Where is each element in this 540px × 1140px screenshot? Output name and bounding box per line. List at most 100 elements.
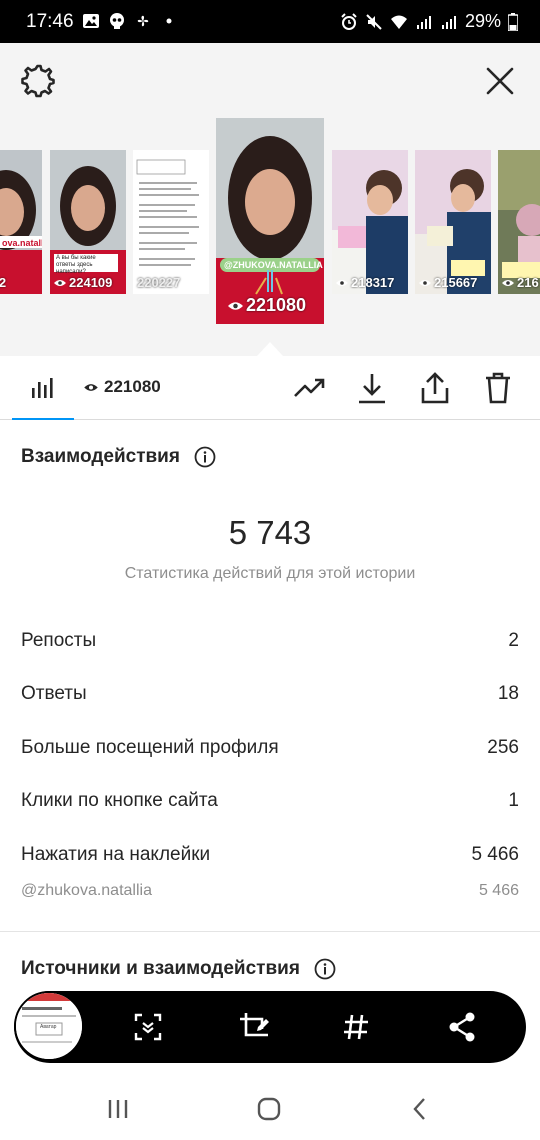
system-nav-bar — [0, 1076, 540, 1140]
trash-icon[interactable] — [482, 372, 514, 404]
interactions-subtitle: Статистика действий для этой истории — [124, 565, 416, 582]
story-views: 216 — [502, 275, 539, 290]
metric-value: 5 466 — [478, 882, 519, 899]
story-caption: А вы бы какие ответы здесь написали? — [56, 255, 96, 275]
eye-icon — [336, 279, 348, 286]
info-icon[interactable] — [194, 446, 216, 468]
share-icon[interactable] — [419, 372, 451, 404]
story-handle-sticker: @ZHUKOVA.NATALLIA — [224, 260, 323, 270]
interactions-heading: Взаимодействия — [21, 446, 216, 468]
metric-label: @zhukova.natallia — [21, 882, 152, 899]
gear-icon[interactable] — [20, 63, 56, 99]
interactions-total: 5 743 — [228, 514, 312, 551]
sources-title: Источники и взаимодействия — [21, 958, 300, 979]
story-views-count: 216 — [517, 275, 539, 290]
mute-icon — [366, 13, 382, 30]
story-thumbnail[interactable]: 218317 — [332, 150, 408, 294]
close-icon[interactable] — [482, 63, 518, 99]
metric-label: Больше посещений профиля — [21, 737, 279, 758]
metric-value: 2 — [508, 630, 519, 651]
sources-heading: Источники и взаимодействия — [21, 958, 336, 980]
story-image — [0, 150, 42, 294]
screenshot-preview[interactable]: Аватар — [14, 991, 84, 1061]
metric-label: Ответы — [21, 683, 87, 704]
signal-icon — [441, 15, 456, 29]
recents-icon[interactable] — [105, 1096, 131, 1122]
signal-icon — [416, 15, 431, 29]
story-views: 221080 — [228, 295, 306, 316]
wifi-icon — [390, 15, 407, 29]
preview-text: Аватар — [40, 1024, 57, 1030]
battery-icon — [508, 12, 518, 31]
screenshot-toolbar: Аватар — [14, 991, 526, 1063]
story-image — [415, 150, 491, 294]
metric-value: 5 466 — [471, 844, 519, 865]
gallery-icon — [83, 14, 99, 28]
section-divider — [0, 931, 540, 932]
story-image — [498, 150, 540, 294]
story-views: 220227 — [137, 275, 180, 290]
story-views-count: 224109 — [69, 275, 113, 290]
story-views: 224109 — [54, 275, 112, 290]
status-bar: 17:46 29% — [0, 0, 540, 43]
story-image — [332, 150, 408, 294]
eye-icon — [228, 301, 243, 310]
metric-label: Клики по кнопке сайта — [21, 790, 218, 811]
viewers-count: 221080 — [104, 377, 161, 396]
back-icon[interactable] — [407, 1096, 433, 1122]
fan-icon — [137, 15, 149, 27]
metric-row-sticker-handle: @zhukova.natallia 5 466 — [21, 882, 519, 900]
story-views-count: 25762 — [0, 275, 7, 290]
story-views: 25762 — [0, 275, 6, 290]
metric-value: 18 — [497, 683, 519, 704]
eye-icon — [54, 279, 66, 286]
dot-icon — [166, 18, 172, 24]
selected-pointer — [257, 342, 283, 356]
tab-viewers[interactable]: 221080 — [84, 377, 161, 397]
story-sticker: ova.natallia — [2, 238, 42, 248]
home-icon[interactable] — [256, 1096, 282, 1122]
metric-row-replies: Ответы 18 — [21, 683, 519, 705]
trend-icon[interactable] — [293, 372, 325, 404]
bar-chart-icon — [32, 378, 53, 398]
story-views-count: 218317 — [351, 275, 395, 290]
crop-edit-icon[interactable] — [238, 1011, 270, 1043]
eye-icon — [419, 279, 431, 286]
story-views-count: 220227 — [137, 275, 181, 290]
story-views-count: 215667 — [434, 275, 478, 290]
story-image — [216, 118, 324, 324]
download-icon[interactable] — [356, 372, 388, 404]
story-thumbnail[interactable]: ova.natallia 25762 — [0, 150, 42, 294]
insights-toolbar: 221080 — [0, 356, 540, 420]
metric-label: Репосты — [21, 630, 97, 651]
metric-row-reposts: Репосты 2 — [21, 630, 519, 652]
story-image — [133, 150, 209, 294]
metric-row-website-clicks: Клики по кнопке сайта 1 — [21, 790, 519, 812]
eye-icon — [502, 279, 514, 286]
battery-percent: 29% — [464, 11, 501, 31]
metric-value: 1 — [508, 790, 519, 811]
tab-insights[interactable] — [12, 356, 74, 420]
story-views: 215667 — [419, 275, 477, 290]
story-thumbnail[interactable]: 215667 — [415, 150, 491, 294]
alarm-icon — [341, 12, 357, 30]
skull-icon — [110, 13, 124, 29]
interactions-title: Взаимодействия — [21, 446, 180, 467]
scan-icon[interactable] — [132, 1011, 164, 1043]
metric-row-profile-visits: Больше посещений профиля 256 — [21, 737, 519, 759]
hashtag-icon[interactable] — [340, 1011, 372, 1043]
story-thumbnail-selected[interactable]: @ZHUKOVA.NATALLIA 221080 — [216, 118, 324, 324]
story-thumbnail[interactable]: 220227 — [133, 150, 209, 294]
story-carousel[interactable]: ova.natallia 25762 А вы бы какие ответы … — [0, 118, 540, 356]
eye-icon — [84, 383, 98, 391]
metric-row-sticker-taps: Нажатия на наклейки 5 466 — [21, 844, 519, 866]
story-thumbnail[interactable]: 216 — [498, 150, 540, 294]
metric-value: 256 — [487, 737, 519, 758]
story-views: 218317 — [336, 275, 394, 290]
share-nodes-icon[interactable] — [446, 1011, 478, 1043]
info-icon[interactable] — [314, 958, 336, 980]
story-insights-header — [0, 43, 540, 118]
story-thumbnail[interactable]: А вы бы какие ответы здесь написали? 224… — [50, 150, 126, 294]
story-views-count: 221080 — [246, 295, 307, 315]
metric-label: Нажатия на наклейки — [21, 844, 211, 865]
